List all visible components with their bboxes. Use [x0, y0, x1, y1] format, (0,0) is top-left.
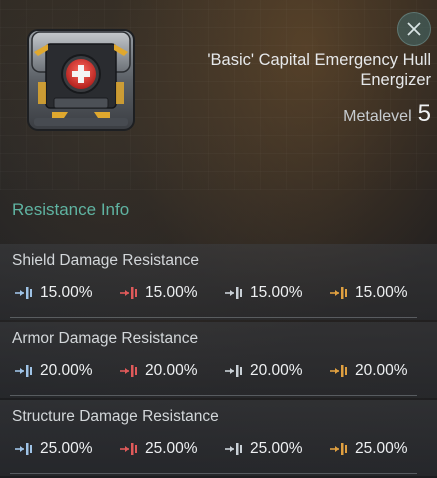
resistance-value: 25.00% — [40, 440, 93, 457]
thermal-damage-icon — [120, 365, 137, 377]
thermal-damage-icon — [120, 287, 137, 299]
resistance-value: 15.00% — [145, 284, 198, 301]
thermal-resistance: 20.00% — [119, 362, 224, 380]
resistance-value: 25.00% — [355, 440, 408, 457]
explosive-damage-icon — [330, 365, 347, 377]
em-damage-icon — [15, 365, 32, 377]
divider — [10, 395, 417, 396]
kinetic-damage-icon — [225, 287, 242, 299]
kinetic-resistance: 25.00% — [224, 440, 329, 458]
em-resistance: 15.00% — [14, 284, 119, 302]
explosive-resistance: 15.00% — [329, 284, 434, 302]
resistance-value: 20.00% — [355, 362, 408, 379]
armor-resistance-block: Armor Damage Resistance 20.00% 20.00% 20… — [0, 322, 437, 398]
shield-resistance-block: Shield Damage Resistance 15.00% 15.00% 1… — [0, 244, 437, 320]
resistance-title: Shield Damage Resistance — [12, 252, 199, 269]
section-title: Resistance Info — [12, 200, 130, 219]
resistance-value: 20.00% — [145, 362, 198, 379]
thermal-damage-icon — [120, 443, 137, 455]
close-button[interactable] — [397, 12, 431, 46]
resistance-values-row: 25.00% 25.00% 25.00% 25.00% — [14, 440, 434, 458]
metalevel: Metalevel 5 — [343, 100, 431, 128]
resistance-title: Structure Damage Resistance — [12, 408, 219, 425]
em-resistance: 25.00% — [14, 440, 119, 458]
item-title: 'Basic' Capital Emergency Hull Energizer — [207, 51, 431, 89]
resistance-value: 15.00% — [250, 284, 303, 301]
resistance-value: 20.00% — [250, 362, 303, 379]
em-resistance: 20.00% — [14, 362, 119, 380]
resistance-value: 20.00% — [40, 362, 93, 379]
metalevel-value: 5 — [417, 100, 431, 127]
kinetic-resistance: 15.00% — [224, 284, 329, 302]
kinetic-damage-icon — [225, 443, 242, 455]
resistance-value: 25.00% — [145, 440, 198, 457]
divider — [10, 473, 417, 474]
resistance-value: 15.00% — [355, 284, 408, 301]
structure-resistance-block: Structure Damage Resistance 25.00% 25.00… — [0, 400, 437, 476]
kinetic-resistance: 20.00% — [224, 362, 329, 380]
explosive-resistance: 25.00% — [329, 440, 434, 458]
kinetic-damage-icon — [225, 365, 242, 377]
resistance-values-row: 20.00% 20.00% 20.00% 20.00% — [14, 362, 434, 380]
em-damage-icon — [15, 443, 32, 455]
resistance-value: 25.00% — [250, 440, 303, 457]
thermal-resistance: 25.00% — [119, 440, 224, 458]
close-icon — [407, 22, 421, 36]
resistance-value: 15.00% — [40, 284, 93, 301]
metalevel-label: Metalevel — [343, 108, 412, 125]
divider — [10, 317, 417, 318]
explosive-damage-icon — [330, 443, 347, 455]
resistance-values-row: 15.00% 15.00% 15.00% 15.00% — [14, 284, 434, 302]
hull-energizer-crate-icon — [27, 29, 135, 131]
explosive-resistance: 20.00% — [329, 362, 434, 380]
explosive-damage-icon — [330, 287, 347, 299]
em-damage-icon — [15, 287, 32, 299]
resistance-title: Armor Damage Resistance — [12, 330, 199, 347]
thermal-resistance: 15.00% — [119, 284, 224, 302]
